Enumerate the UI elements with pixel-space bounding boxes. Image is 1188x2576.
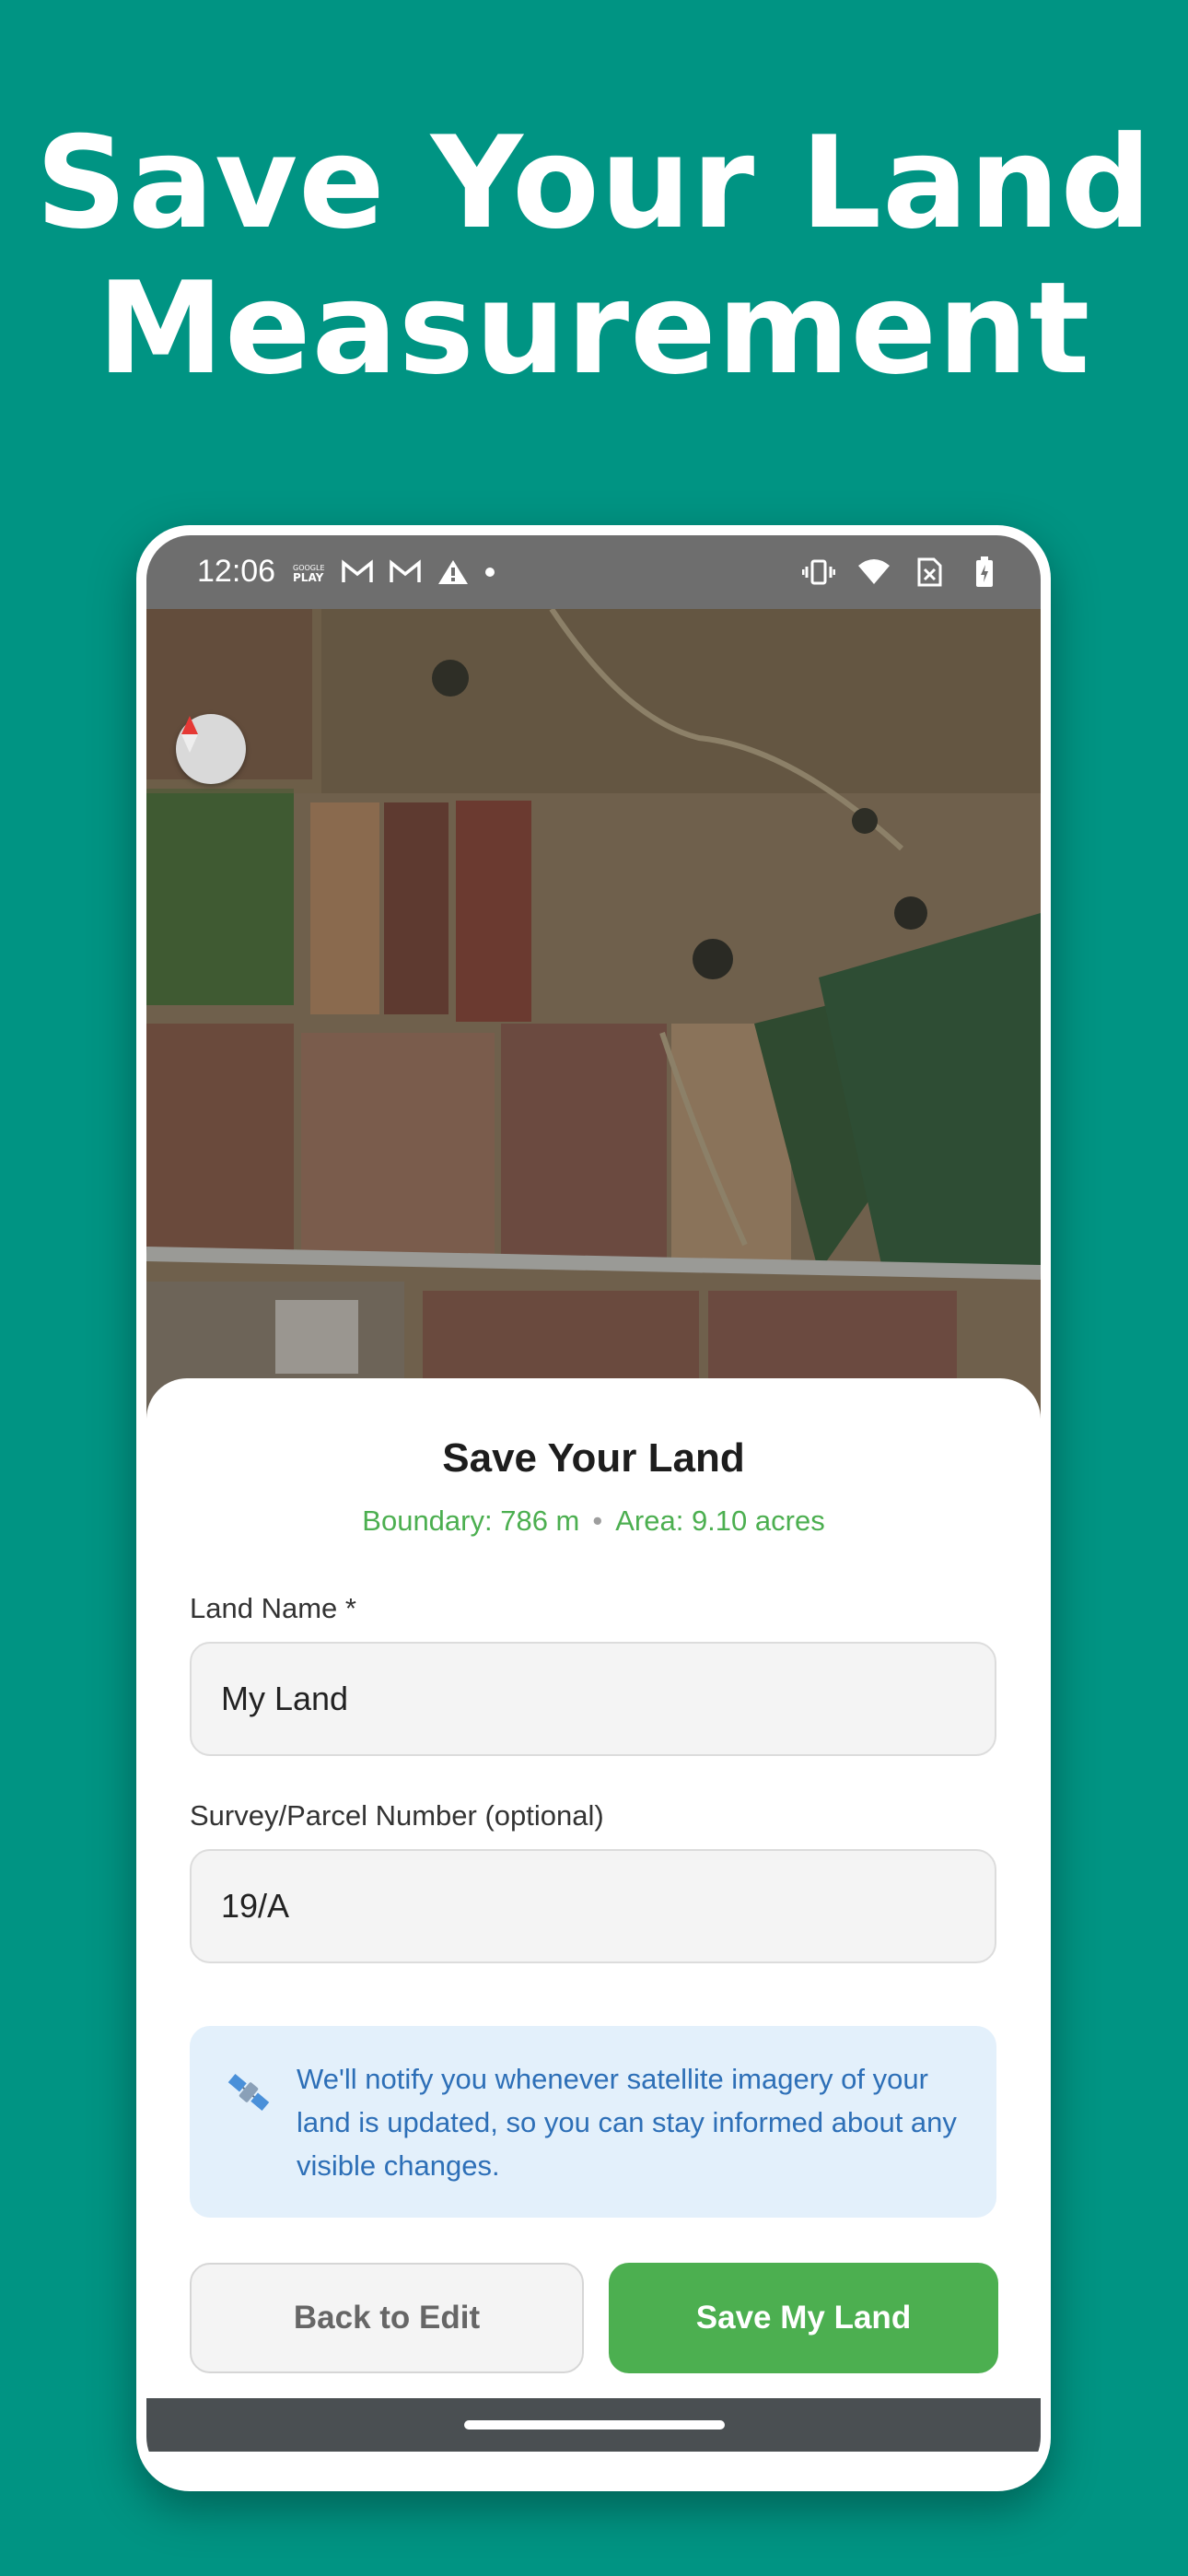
headline-line-1: Save Your Land (35, 109, 1153, 257)
home-indicator[interactable] (464, 2420, 725, 2430)
notification-info-box: We'll notify you whenever satellite imag… (190, 2026, 996, 2218)
sheet-title: Save Your Land (442, 1435, 745, 1481)
notification-info-text: We'll notify you whenever satellite imag… (297, 2063, 957, 2182)
svg-text:PLAY: PLAY (293, 571, 324, 583)
area-value: Area: 9.10 acres (615, 1505, 825, 1537)
phone-screen: 12:06 GOOGLE PLAY Save Your Land Boundar… (146, 535, 1041, 2481)
status-time: 12:06 (197, 554, 276, 589)
gmail-icon (340, 556, 375, 589)
dot-icon (483, 556, 496, 589)
status-left-icons: GOOGLE PLAY (292, 556, 496, 589)
phone-frame: 12:06 GOOGLE PLAY Save Your Land Boundar… (136, 525, 1051, 2491)
google-play-icon: GOOGLE PLAY (292, 556, 327, 589)
satellite-icon (227, 2073, 270, 2112)
save-my-land-button[interactable]: Save My Land (609, 2263, 998, 2373)
save-land-sheet: Save Your Land Boundary: 786 m • Area: 9.1… (146, 1378, 1041, 2442)
alert-icon (436, 556, 471, 589)
headline-line-2: Measurement (97, 254, 1091, 403)
land-name-label: Land Name * (190, 1592, 356, 1624)
satellite-imagery (146, 609, 1041, 1420)
wifi-icon (856, 556, 891, 589)
compass-icon (181, 716, 198, 753)
gmail-icon (388, 556, 423, 589)
no-sim-icon (912, 556, 947, 589)
separator-dot: • (592, 1505, 603, 1537)
status-right-icons (801, 556, 1002, 589)
satellite-map[interactable] (146, 609, 1041, 1420)
headline: Save Your Land Measurement (0, 111, 1188, 402)
status-bar: 12:06 GOOGLE PLAY (146, 535, 1041, 609)
survey-number-input[interactable] (192, 1851, 995, 1961)
land-name-input[interactable] (192, 1644, 995, 1754)
navigation-bar (146, 2398, 1041, 2452)
compass-button[interactable] (176, 714, 246, 784)
land-name-field[interactable] (190, 1642, 996, 1756)
back-to-edit-button[interactable]: Back to Edit (190, 2263, 584, 2373)
vibrate-icon (801, 556, 836, 589)
boundary-value: Boundary: 786 m (362, 1505, 580, 1537)
survey-number-label: Survey/Parcel Number (optional) (190, 1799, 604, 1832)
land-stats: Boundary: 786 m • Area: 9.10 acres (146, 1505, 1041, 1538)
survey-number-field[interactable] (190, 1849, 996, 1963)
battery-icon (967, 556, 1002, 589)
